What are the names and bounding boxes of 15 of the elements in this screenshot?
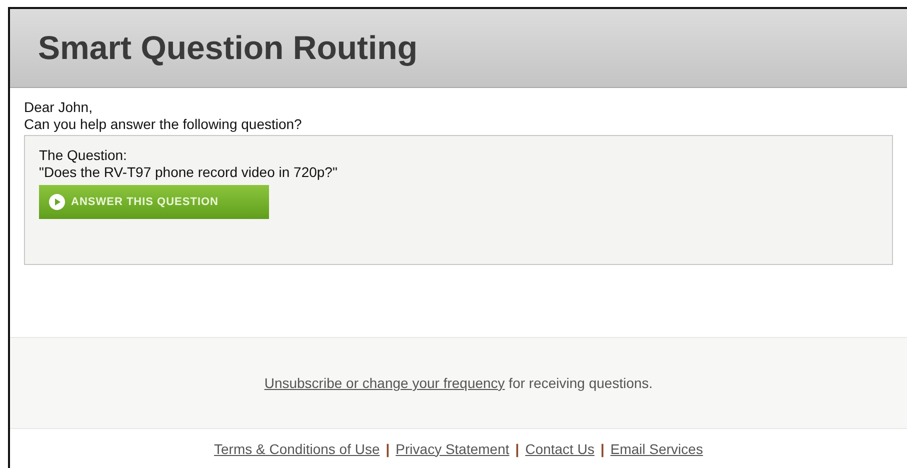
play-icon: [49, 194, 65, 210]
footer-link[interactable]: Privacy Statement: [396, 440, 510, 456]
separator-text: |: [600, 440, 604, 456]
footer-link[interactable]: Contact Us: [525, 440, 594, 456]
page-title: Smart Question Routing: [38, 29, 418, 67]
footer-link[interactable]: Terms & Conditions of Use: [214, 440, 380, 456]
question-text: "Does the RV-T97 phone record video in 720p?": [39, 164, 338, 181]
question-label: The Question:: [39, 147, 128, 164]
separator-text: |: [515, 440, 520, 456]
unsubscribe-text: for receiving questions.: [508, 375, 653, 391]
unsubscribe-link[interactable]: Unsubscribe or change your frequency: [264, 375, 505, 391]
footer-link[interactable]: Email Services: [610, 440, 703, 456]
greeting-text: Dear John,: [24, 99, 94, 116]
separator-text: |: [386, 440, 390, 456]
prompt-text: Can you help answer the following question?: [24, 116, 303, 133]
